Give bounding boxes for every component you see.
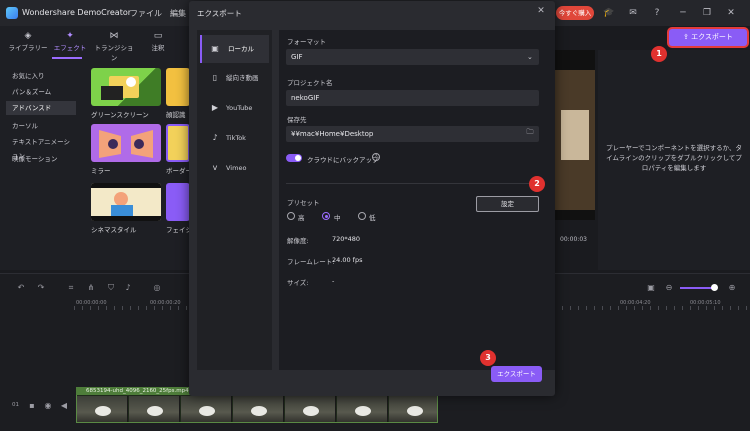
category-pan-zoom[interactable]: パン＆ズーム xyxy=(6,85,76,99)
framerate-value: 24.00 fps xyxy=(332,256,363,264)
format-select[interactable]: GIF xyxy=(286,49,539,65)
marker-icon[interactable]: ◎ xyxy=(151,282,163,294)
step-badge-2: 2 xyxy=(529,176,545,192)
menu-edit[interactable]: 編集 xyxy=(170,8,186,19)
properties-hint: プレーヤーでコンポーネントを選択するか、タイムラインのクリップをダブルクリックし… xyxy=(606,144,742,172)
effect-thumb-mirror[interactable] xyxy=(91,124,161,162)
size-label: サイズ: xyxy=(287,279,309,287)
buy-now-button[interactable]: 今すぐ購入 xyxy=(556,6,594,20)
vertical-video-icon: ▯ xyxy=(212,73,218,82)
effect-thumb-face[interactable] xyxy=(166,68,190,106)
transition-icon: ⋈ xyxy=(109,31,119,41)
preset-low-radio[interactable] xyxy=(358,212,366,220)
effect-thumb-border[interactable] xyxy=(166,124,190,162)
volume-icon[interactable]: ◀ xyxy=(58,400,70,412)
player-time: 00:00:03 xyxy=(560,236,587,243)
lock-icon[interactable]: ▪ xyxy=(26,400,38,412)
undo-icon[interactable]: ↶ xyxy=(15,282,27,294)
chevron-down-icon[interactable]: ⌄ xyxy=(527,53,533,61)
framerate-label: フレームレート: xyxy=(287,258,335,266)
track-number: 01 xyxy=(12,402,19,408)
effect-thumb-cinema[interactable] xyxy=(91,183,161,221)
zoom-in-icon[interactable]: ⊕ xyxy=(726,282,738,294)
zoom-slider-handle[interactable] xyxy=(711,284,718,291)
preset-high-label: 高 xyxy=(298,214,305,222)
minimize-icon[interactable]: ─ xyxy=(676,6,690,20)
thumb-label-face: 顔認識 xyxy=(166,111,186,119)
local-icon: ▣ xyxy=(211,44,219,53)
help-circle-icon[interactable]: ? xyxy=(650,6,664,20)
header-export-button[interactable]: ⇪ エクスポート xyxy=(669,29,747,46)
active-tab-indicator xyxy=(52,57,82,59)
project-name-label: プロジェクト名 xyxy=(287,79,333,87)
zoom-out-icon[interactable]: ⊖ xyxy=(663,282,675,294)
tab-effects[interactable]: ✦ エフェクト xyxy=(50,30,90,58)
thumb-label-green-screen: グリーンスクリーン xyxy=(91,111,149,119)
step-badge-3: 3 xyxy=(480,350,496,366)
step-badge-1: 1 xyxy=(651,46,667,62)
close-icon[interactable]: ✕ xyxy=(536,6,546,16)
tab-transitions[interactable]: ⋈ トランジション xyxy=(94,30,134,62)
resolution-label: 解像度: xyxy=(287,237,309,245)
youtube-icon: ▶ xyxy=(211,103,219,112)
clip-name: 6853194-uhd_4096_2160_25fps.mp4 xyxy=(76,387,192,395)
crop-icon[interactable]: ⌗ xyxy=(65,282,77,294)
menu-file[interactable]: ファイル xyxy=(130,8,162,19)
effect-thumb-green-screen[interactable] xyxy=(91,68,161,106)
tab-annotations[interactable]: ▭ 注釈 xyxy=(138,30,178,58)
app-title: Wondershare DemoCreator xyxy=(22,8,132,17)
resolution-value: 720*480 xyxy=(332,235,361,243)
shield-icon[interactable]: ⛉ xyxy=(105,282,117,294)
split-icon[interactable]: ⋔ xyxy=(85,282,97,294)
effect-icon: ✦ xyxy=(66,31,74,41)
preset-high-radio[interactable] xyxy=(287,212,295,220)
divider xyxy=(286,183,539,184)
category-cursor[interactable]: カーソル xyxy=(6,119,76,133)
preset-low-label: 低 xyxy=(369,214,376,222)
tiktok-icon: ♪ xyxy=(212,133,218,142)
save-location-input[interactable]: ¥¥mac¥Home¥Desktop xyxy=(286,126,539,142)
folder-icon[interactable]: 🗀 xyxy=(525,128,535,139)
effect-thumb-face-2[interactable] xyxy=(166,183,190,221)
cloud-backup-toggle[interactable] xyxy=(286,154,302,162)
fit-icon[interactable]: ▣ xyxy=(645,282,657,294)
dialog-title: エクスポート xyxy=(197,9,242,18)
format-label: フォーマット xyxy=(287,38,326,46)
graduation-cap-icon[interactable]: 🎓 xyxy=(602,6,616,20)
preset-medium-radio[interactable] xyxy=(322,212,330,220)
microphone-icon[interactable]: ♪ xyxy=(122,282,134,294)
cloud-backup-label: クラウドにバックアップ xyxy=(307,156,379,164)
export-icon: ⇪ xyxy=(683,33,692,41)
restore-icon[interactable]: ❐ xyxy=(700,6,714,20)
size-value: - xyxy=(332,277,335,285)
save-location-label: 保存先 xyxy=(287,116,307,124)
info-icon[interactable]: ? xyxy=(372,153,380,161)
dialog-export-button[interactable]: エクスポート xyxy=(491,366,542,382)
eye-icon[interactable]: ◉ xyxy=(42,400,54,412)
thumb-label-cinema: シネマスタイル xyxy=(91,226,137,234)
mail-icon[interactable]: ✉ xyxy=(626,6,640,20)
redo-icon[interactable]: ↷ xyxy=(35,282,47,294)
layers-icon: ◈ xyxy=(24,31,32,41)
thumb-label-mirror: ミラー xyxy=(91,167,111,175)
vimeo-icon: v xyxy=(212,163,218,172)
video-player[interactable] xyxy=(555,50,595,220)
category-text-animation[interactable]: テキストアニメーション xyxy=(6,135,76,160)
category-video-motion[interactable]: 映像モーション xyxy=(6,152,76,166)
category-favorites[interactable]: お気に入り xyxy=(6,69,76,83)
close-window-icon[interactable]: ✕ xyxy=(724,6,738,20)
annotation-icon: ▭ xyxy=(153,31,163,41)
settings-button[interactable]: 設定 xyxy=(476,196,539,212)
app-logo-icon xyxy=(6,7,18,19)
preset-label: プリセット xyxy=(287,199,320,207)
preset-medium-label: 中 xyxy=(334,214,341,222)
category-advanced[interactable]: アドバンスド xyxy=(6,101,76,115)
project-name-input[interactable]: nekoGIF xyxy=(286,90,539,106)
tab-library[interactable]: ◈ ライブラリー xyxy=(8,30,48,58)
